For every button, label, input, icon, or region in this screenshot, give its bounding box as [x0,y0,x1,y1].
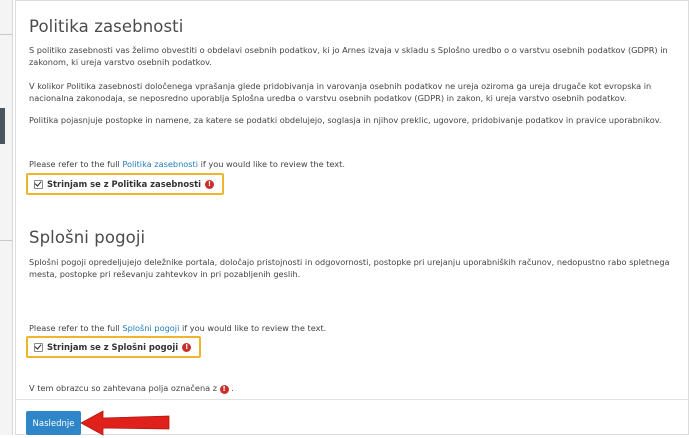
checkbox-checked-icon[interactable] [34,342,43,352]
exclamation-circle-icon: ! [204,179,214,189]
exclamation-circle-icon: ! [182,342,192,352]
refer-prefix: Please refer to the full [29,159,123,169]
terms-refer-text: Please refer to the full Splošni pogoji … [29,323,326,335]
privacy-paragraph: S politiko zasebnosti vas želimo obvesti… [29,45,668,67]
privacy-policy-link[interactable]: Politika zasebnosti [122,159,198,169]
refer-prefix: Please refer to the full [29,323,123,333]
sidebar-divider [0,240,12,241]
privacy-paragraph: Politika pojasnjuje postopke in namene, … [29,115,662,125]
privacy-paragraph: V kolikor Politika zasebnosti določenega… [29,81,652,103]
refer-suffix: if you would like to review the text. [179,323,327,333]
privacy-policy-title: Politika zasebnosti [29,17,184,36]
privacy-consent-checkbox[interactable]: Strinjam se z Politika zasebnosti ! [26,173,224,195]
required-note-suffix: . [228,383,234,393]
sidebar-divider [0,34,12,35]
consent-panel: Politika zasebnosti S politiko zasebnost… [15,0,689,436]
terms-consent-checkbox[interactable]: Strinjam se z Splošni pogoji ! [26,336,202,358]
terms-link[interactable]: Splošni pogoji [122,323,179,333]
checkbox-checked-icon[interactable] [34,179,43,189]
privacy-refer-text: Please refer to the full Politika zasebn… [29,159,345,171]
left-sidebar-edge [0,0,13,435]
sidebar-active-marker [0,108,5,144]
footer-divider [16,399,688,400]
required-fields-note: V tem obrazcu so zahtevana polja označen… [29,383,234,395]
privacy-consent-label: Strinjam se z Politika zasebnosti [47,179,201,189]
next-button[interactable]: Naslednje [26,411,81,435]
terms-consent-label: Strinjam se z Splošni pogoji [47,342,179,352]
required-note-text: V tem obrazcu so zahtevana polja označen… [29,383,218,393]
terms-title: Splošni pogoji [29,228,146,247]
terms-paragraph: Splošni pogoji opredeljujejo deležnike p… [29,257,670,279]
red-arrow-icon [80,410,170,436]
refer-suffix: if you would like to review the text. [198,159,345,169]
exclamation-circle-icon: ! [219,385,229,394]
